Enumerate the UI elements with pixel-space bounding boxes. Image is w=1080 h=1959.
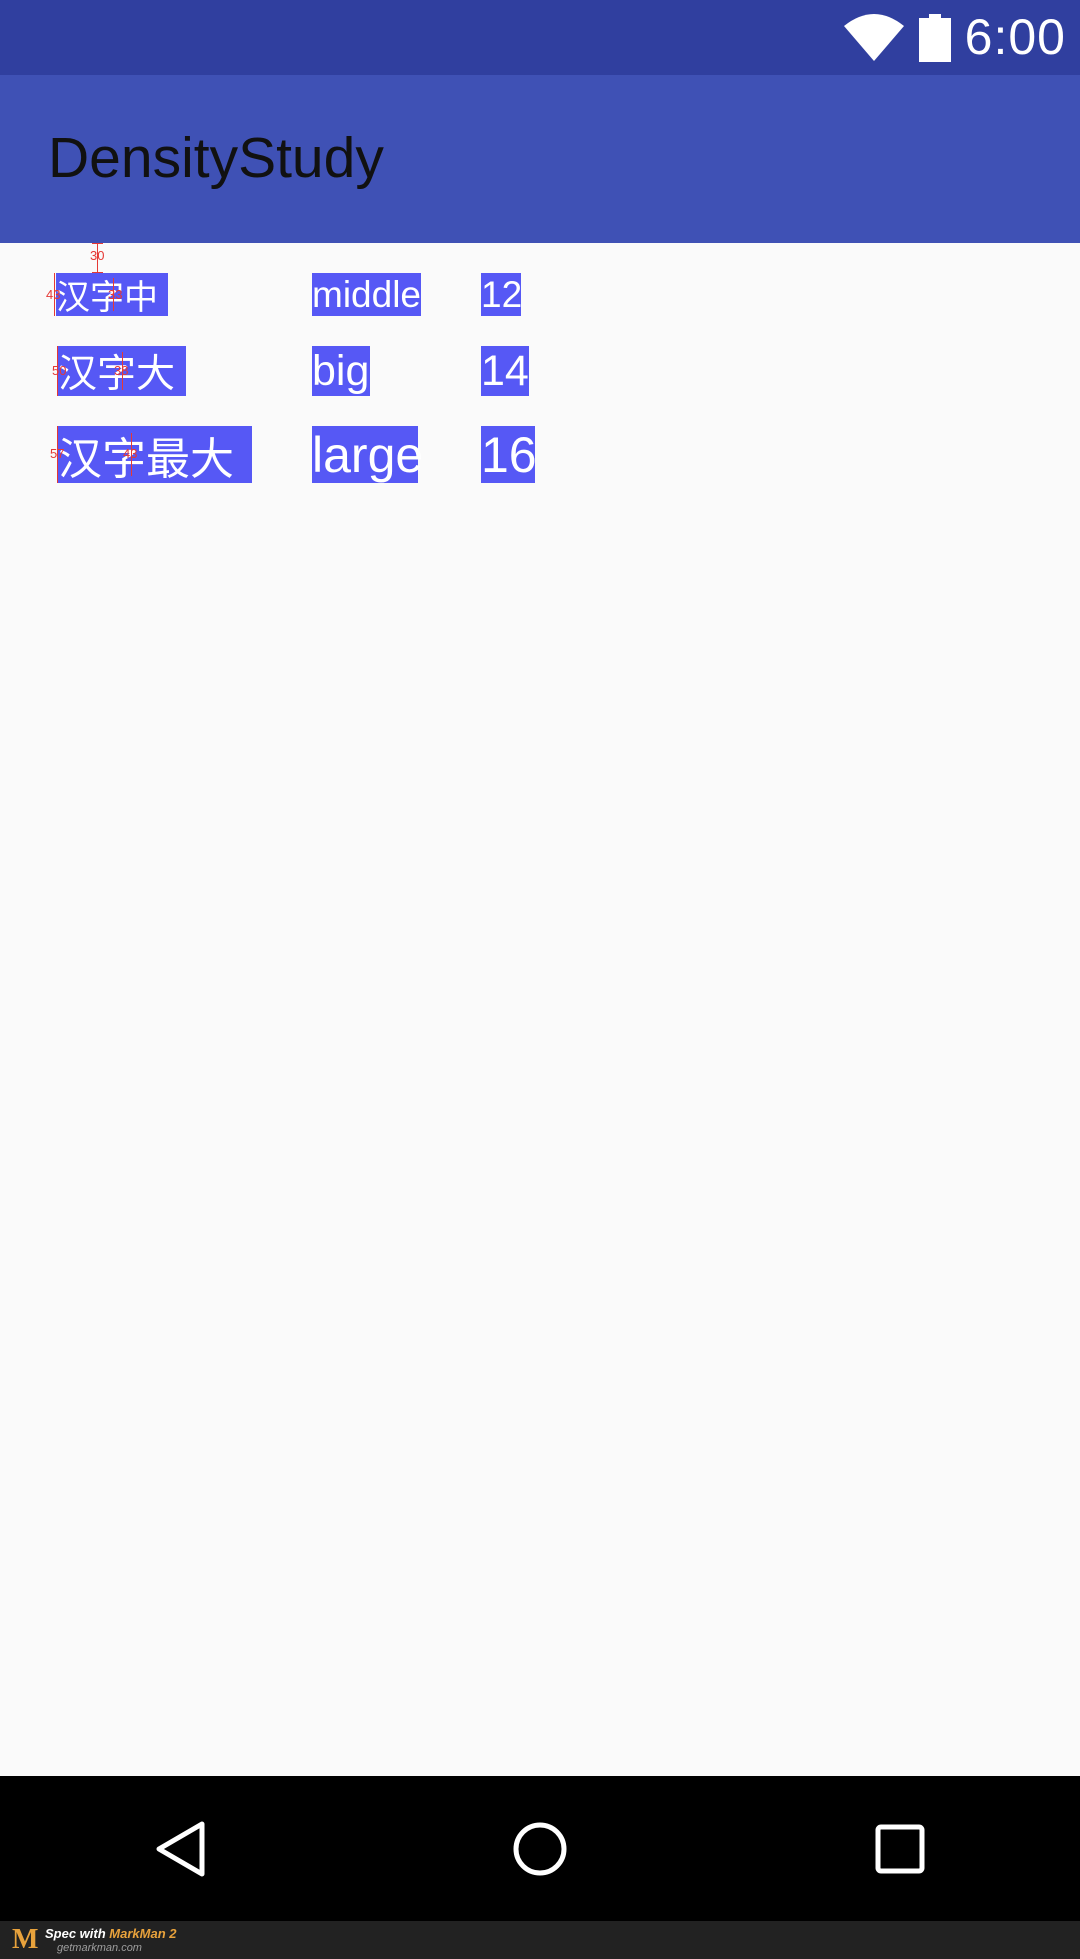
wifi-icon xyxy=(843,13,905,62)
spec-top-gap-cap xyxy=(92,272,103,273)
status-icons: 6:00 xyxy=(843,0,1066,75)
status-bar: 6:00 xyxy=(0,0,1080,75)
spec-top-gap-label: 30 xyxy=(90,248,105,263)
spec-row1-height-label: 43 xyxy=(46,287,61,302)
watermark-prefix: Spec with xyxy=(45,1926,110,1941)
battery-icon xyxy=(918,13,951,62)
english-text-large: large xyxy=(312,426,424,483)
spec-row2-glyph-label: 38 xyxy=(114,363,129,378)
spec-top-gap-cap xyxy=(92,243,103,244)
markman-logo-icon: M xyxy=(12,1924,39,1955)
recents-icon xyxy=(874,1823,926,1875)
page-title: DensityStudy xyxy=(48,126,384,190)
spec-row3-height-label: 57 xyxy=(50,446,65,461)
watermark-bar: M Spec with MarkMan 2 getmarkman.com xyxy=(0,1921,1080,1959)
number-text-big: 14 xyxy=(481,346,529,396)
spec-row2-height-label: 50 xyxy=(52,363,67,378)
number-text-large: 16 xyxy=(481,426,537,483)
recents-button[interactable] xyxy=(810,1776,990,1921)
watermark-title: Spec with MarkMan 2 xyxy=(45,1926,177,1941)
spec-row3-glyph-label: 43 xyxy=(123,446,138,461)
watermark-brand: MarkMan 2 xyxy=(109,1926,177,1941)
english-text-big: big xyxy=(312,346,370,396)
back-icon xyxy=(152,1819,208,1879)
content-area: 汉字中 middle 12 汉字大 big 14 汉字最大 large 16 3… xyxy=(0,243,1080,1776)
home-icon xyxy=(512,1821,568,1877)
app-bar: DensityStudy xyxy=(0,75,1080,243)
watermark-url: getmarkman.com xyxy=(57,1942,142,1954)
number-text-middle: 12 xyxy=(481,273,523,316)
chinese-text-large: 汉字最大 xyxy=(58,426,252,485)
navigation-bar xyxy=(0,1776,1080,1921)
english-text-middle: middle xyxy=(312,273,421,316)
home-button[interactable] xyxy=(450,1776,630,1921)
status-time: 6:00 xyxy=(964,9,1066,65)
spec-row1-glyph-label: 33 xyxy=(108,287,123,302)
back-button[interactable] xyxy=(90,1776,270,1921)
